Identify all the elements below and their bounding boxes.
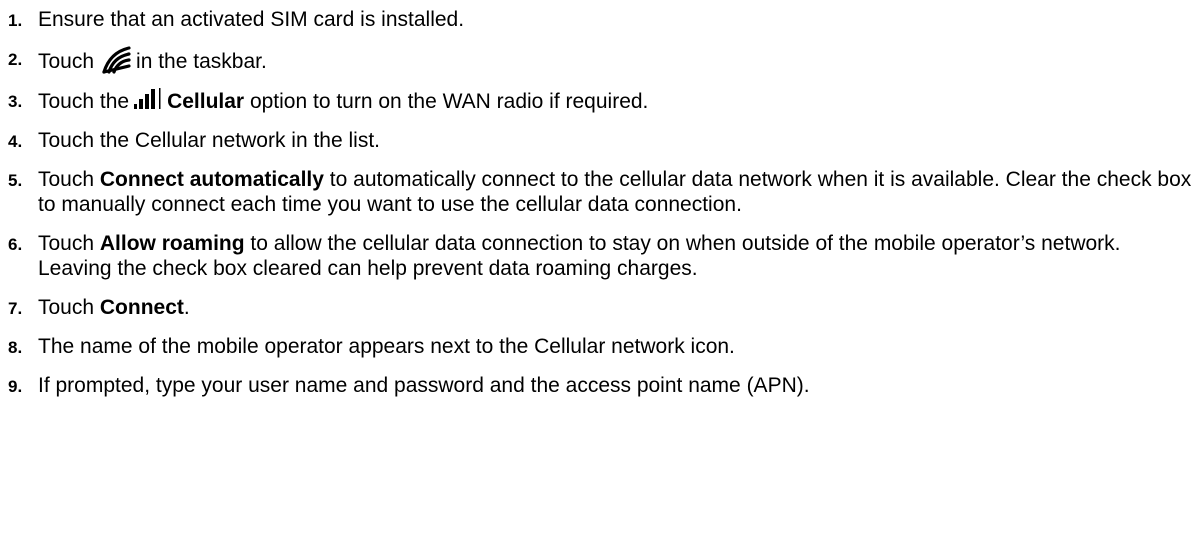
step-number: 4. xyxy=(8,132,23,151)
step-number: 7. xyxy=(8,299,23,318)
step-text: If prompted, type your user name and pas… xyxy=(38,374,810,397)
step-text: Touch the xyxy=(38,90,130,113)
cellular-signal-icon xyxy=(134,88,161,109)
step-1: 1. Ensure that an activated SIM card is … xyxy=(8,7,1198,32)
cellular-label: Cellular xyxy=(167,90,245,113)
step-5: 5. Touch Connect automatically to automa… xyxy=(8,167,1198,217)
step-text: Touch the Cellular network in the list. xyxy=(38,129,380,152)
step-7: 7. Touch Connect. xyxy=(8,295,1198,320)
step-text-after-icon: in the taskbar. xyxy=(136,50,267,73)
step-9: 9. If prompted, type your user name and … xyxy=(8,373,1198,398)
step-text: Touch xyxy=(38,232,95,255)
allow-roaming-label: Allow roaming xyxy=(99,232,245,255)
step-number: 8. xyxy=(8,338,23,357)
connect-label: Connect xyxy=(99,296,184,319)
step-number: 9. xyxy=(8,377,23,396)
step-number: 2. xyxy=(8,50,23,69)
connect-automatically-label: Connect automatically xyxy=(99,168,324,191)
step-number: 1. xyxy=(8,11,23,30)
step-text: Ensure that an activated SIM card is ins… xyxy=(38,8,465,31)
step-text-after-bold: . xyxy=(183,296,190,319)
step-number: 3. xyxy=(8,92,23,111)
step-text: Touch xyxy=(38,168,95,191)
step-2: 2. Touch in the taskbar. xyxy=(8,46,1198,74)
instruction-steps: 1. Ensure that an activated SIM card is … xyxy=(8,7,1198,412)
step-number: 5. xyxy=(8,171,23,190)
step-8: 8. The name of the mobile operator appea… xyxy=(8,334,1198,359)
step-4: 4. Touch the Cellular network in the lis… xyxy=(8,128,1198,153)
step-text: The name of the mobile operator appears … xyxy=(38,335,735,358)
step-text-after-bold: option to turn on the WAN radio if requi… xyxy=(249,90,649,113)
step-number: 6. xyxy=(8,235,23,254)
step-text: Touch xyxy=(38,50,95,73)
wireless-fan-icon xyxy=(102,46,131,74)
step-text: Touch xyxy=(38,296,95,319)
step-3: 3. Touch the Cellular option to turn on … xyxy=(8,88,1198,114)
step-6: 6. Touch Allow roaming to allow the cell… xyxy=(8,231,1198,281)
